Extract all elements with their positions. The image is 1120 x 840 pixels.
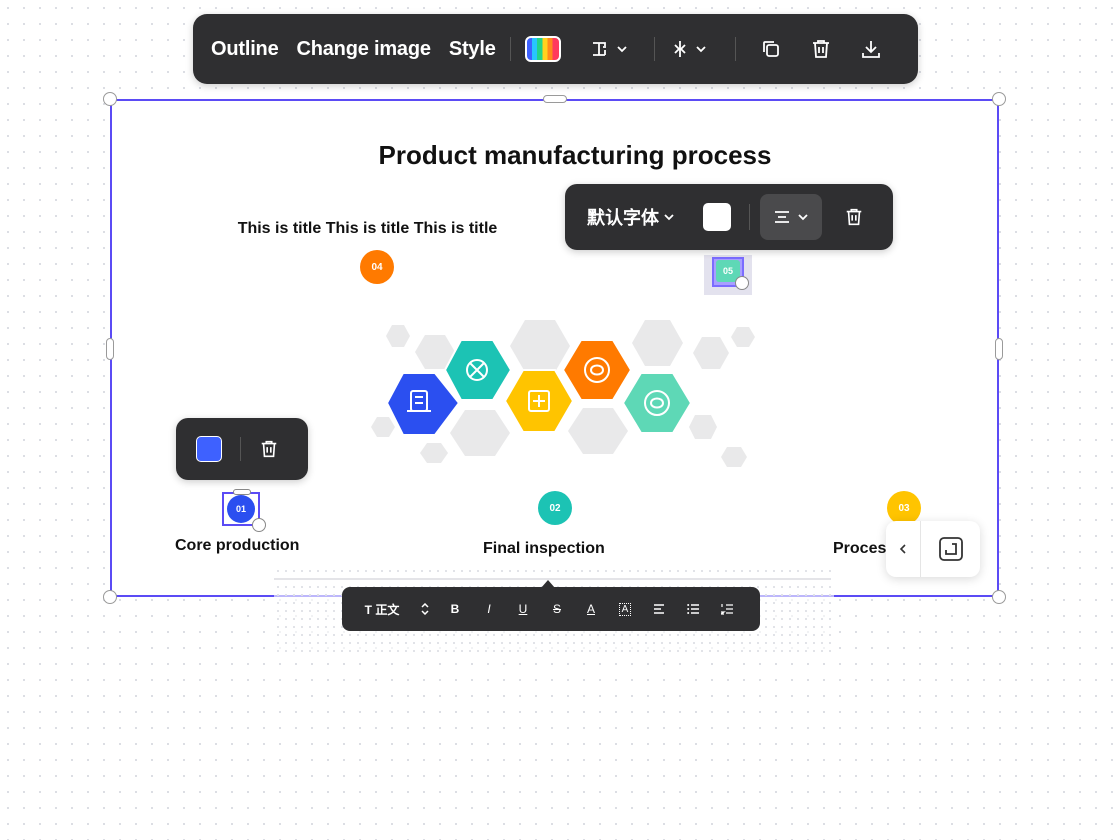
shape-color-toolbar bbox=[176, 418, 308, 480]
fill-color-swatch[interactable] bbox=[196, 436, 222, 462]
chevron-down-icon[interactable] bbox=[663, 212, 675, 222]
bold-button[interactable]: B bbox=[438, 587, 472, 631]
step-label-01[interactable]: Core production bbox=[175, 537, 299, 555]
outline-button[interactable]: Outline bbox=[211, 38, 279, 61]
hexagon-illustration[interactable] bbox=[365, 315, 765, 475]
palette-icon[interactable] bbox=[524, 36, 561, 62]
numbered-list-icon[interactable] bbox=[710, 587, 744, 631]
style-button[interactable]: Style bbox=[449, 38, 496, 61]
toolbar-divider bbox=[509, 37, 511, 61]
text-format-toolbar: T 正文 B I U S A A bbox=[342, 587, 760, 631]
download-icon[interactable] bbox=[858, 36, 884, 62]
toolbar-divider bbox=[653, 37, 655, 61]
align-center-icon bbox=[775, 211, 789, 223]
resize-handle-left[interactable] bbox=[106, 338, 114, 360]
step-badge-01[interactable]: 01 bbox=[227, 495, 255, 523]
underline-button[interactable]: U bbox=[506, 587, 540, 631]
toolbar-divider bbox=[734, 37, 736, 61]
slide-subtitle[interactable]: This is title This is title This is titl… bbox=[200, 220, 535, 238]
resize-handle-bottom-right[interactable] bbox=[992, 590, 1006, 604]
trash-icon[interactable] bbox=[844, 207, 864, 227]
element-toolbar: Outline Change image Style bbox=[193, 14, 918, 84]
step-badge-01-top-handle[interactable] bbox=[233, 489, 251, 495]
resize-handle-top-right[interactable] bbox=[992, 92, 1006, 106]
resize-handle-top-left[interactable] bbox=[103, 92, 117, 106]
copy-icon[interactable] bbox=[758, 36, 784, 62]
step-label-03[interactable]: Proces bbox=[833, 540, 886, 558]
layout-icon[interactable] bbox=[590, 36, 632, 62]
step-badge-02[interactable]: 02 bbox=[538, 491, 572, 525]
toolbar-divider bbox=[575, 37, 576, 61]
side-panel-controls bbox=[886, 521, 980, 577]
step-badge-03[interactable]: 03 bbox=[887, 491, 921, 525]
slide-title[interactable]: Product manufacturing process bbox=[310, 140, 840, 171]
italic-button[interactable]: I bbox=[472, 587, 506, 631]
highlight-icon: A bbox=[618, 602, 632, 616]
paragraph-style-select[interactable]: T 正文 bbox=[352, 587, 412, 631]
trash-icon[interactable] bbox=[808, 36, 834, 62]
chevron-updown-icon[interactable] bbox=[412, 587, 438, 631]
chevron-left-icon[interactable] bbox=[886, 521, 921, 577]
step-badge-05-handle[interactable] bbox=[735, 276, 749, 290]
align-icon[interactable] bbox=[669, 36, 713, 62]
align-left-icon[interactable] bbox=[642, 587, 676, 631]
text-color-swatch[interactable] bbox=[703, 203, 731, 231]
toolbar-divider bbox=[749, 204, 750, 230]
step-badge-01-handle[interactable] bbox=[252, 518, 266, 532]
strikethrough-button[interactable]: S bbox=[540, 587, 574, 631]
toolbar-divider bbox=[240, 437, 241, 461]
fullscreen-icon[interactable] bbox=[921, 536, 980, 562]
text-style-toolbar: 默认字体 bbox=[565, 184, 893, 250]
font-family-select[interactable]: 默认字体 bbox=[587, 204, 659, 230]
text-align-button[interactable] bbox=[760, 194, 822, 240]
resize-handle-bottom-left[interactable] bbox=[103, 590, 117, 604]
bullet-list-icon[interactable] bbox=[676, 587, 710, 631]
trash-icon[interactable] bbox=[259, 439, 279, 459]
step-badge-04[interactable]: 04 bbox=[360, 250, 394, 284]
change-image-button[interactable]: Change image bbox=[297, 38, 432, 61]
highlight-button[interactable]: A bbox=[608, 587, 642, 631]
chevron-down-icon bbox=[798, 214, 808, 221]
font-color-button[interactable]: A bbox=[574, 587, 608, 631]
step-label-02[interactable]: Final inspection bbox=[483, 540, 605, 558]
resize-handle-right[interactable] bbox=[995, 338, 1003, 360]
resize-handle-top[interactable] bbox=[543, 95, 567, 103]
